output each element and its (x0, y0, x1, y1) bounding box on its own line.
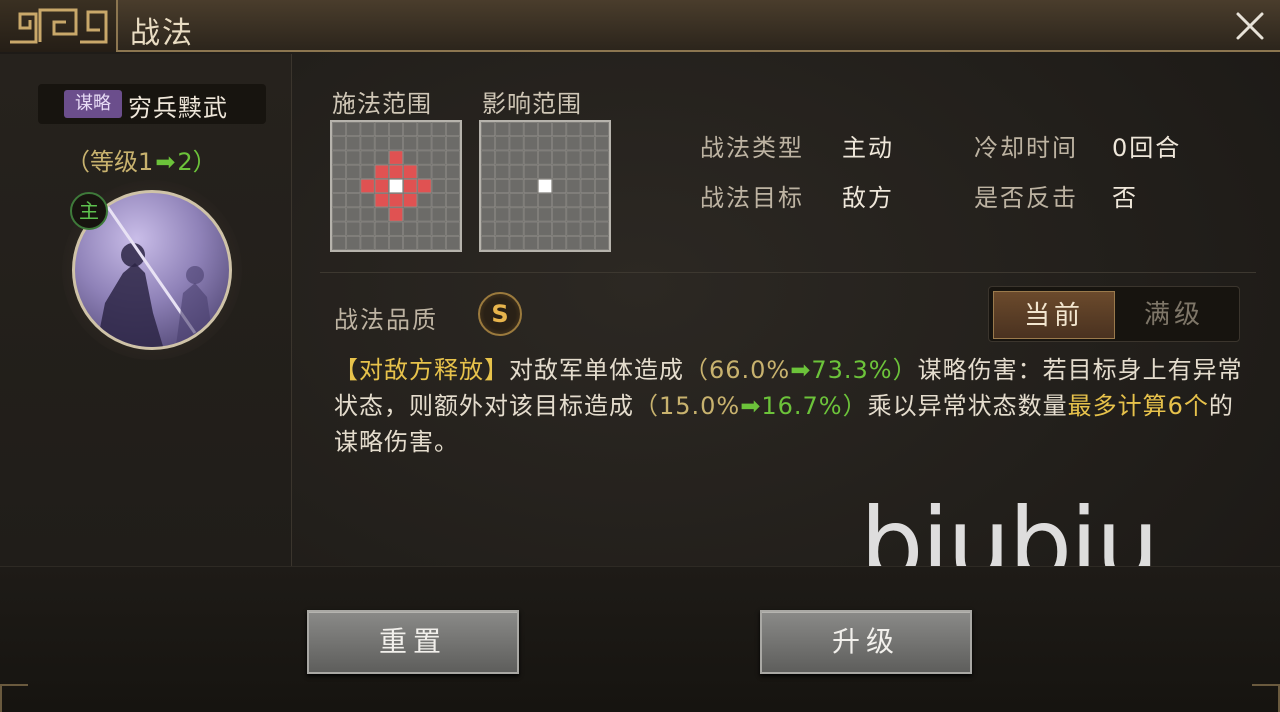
arrow-right-icon: ➡ (790, 356, 812, 384)
skill-type-value: 主动 (842, 134, 894, 162)
skill-description: 【对敌方释放】对敌军单体造成（66.0%➡73.3%）谋略伤害：若目标身上有异常… (334, 352, 1250, 460)
effect-range-label: 影响范围 (482, 90, 582, 118)
upgrade-button[interactable]: 升级 (760, 610, 972, 674)
level-current: （等级1 (66, 148, 154, 176)
effect-range-grid (479, 120, 611, 252)
counter-label: 是否反击 (974, 184, 1078, 212)
desc-part-3: 乘以异常状态数量 (867, 392, 1068, 420)
cooldown-label: 冷却时间 (974, 134, 1078, 162)
skill-type-label: 战法类型 (700, 134, 804, 162)
title-bar: 战法 (0, 0, 1280, 52)
quality-label: 战法品质 (334, 306, 438, 334)
desc-value-2-current: （15.0% (634, 392, 741, 420)
skill-type-tag: 谋略 (64, 90, 122, 118)
window-title: 战法 (130, 16, 194, 51)
desc-value-1-next: 73.3%） (811, 356, 918, 384)
reset-button[interactable]: 重置 (307, 610, 519, 674)
cast-range-label: 施法范围 (332, 90, 432, 118)
counter-value: 否 (1112, 184, 1138, 212)
title-ornament (0, 0, 118, 52)
skill-target-value: 敌方 (842, 184, 894, 212)
level-view-toggle: 当前 满级 (988, 286, 1240, 342)
close-icon (1236, 12, 1264, 40)
desc-value-2-next: 16.7%） (761, 392, 868, 420)
desc-part-1: 对敌军单体造成 (509, 356, 684, 384)
close-button[interactable] (1230, 6, 1270, 46)
arrow-right-icon: ➡ (155, 148, 176, 176)
ornament-icon (10, 8, 108, 44)
skill-dialog: 战法 谋略 穷兵黩武 （等级1➡2） 主 施法范围 影响范围 战法类型 主动 冷… (0, 0, 1280, 712)
skill-name-box: 谋略 穷兵黩武 (38, 84, 266, 124)
cast-range-grid (330, 120, 462, 252)
tab-current-level[interactable]: 当前 (993, 291, 1115, 339)
corner-ornament (0, 684, 28, 712)
cast-range-grid-icon (332, 122, 460, 250)
corner-ornament (1252, 684, 1280, 712)
divider (320, 272, 1256, 273)
skill-name: 穷兵黩武 (128, 94, 228, 122)
desc-limit: 最多计算6个 (1067, 392, 1209, 420)
level-next: 2） (177, 148, 217, 176)
cooldown-value: 0回合 (1112, 134, 1182, 162)
arrow-right-icon: ➡ (740, 392, 762, 420)
tab-max-level[interactable]: 满级 (1113, 291, 1235, 339)
main-skill-badge: 主 (70, 192, 108, 230)
level-progress: （等级1➡2） (66, 142, 217, 177)
effect-range-grid-icon (481, 122, 609, 250)
skill-target-label: 战法目标 (700, 184, 804, 212)
bottom-bar (0, 566, 1280, 712)
quality-grade-badge: S (478, 292, 522, 336)
desc-trigger: 【对敌方释放】 (334, 356, 509, 384)
desc-value-1-current: （66.0% (684, 356, 791, 384)
